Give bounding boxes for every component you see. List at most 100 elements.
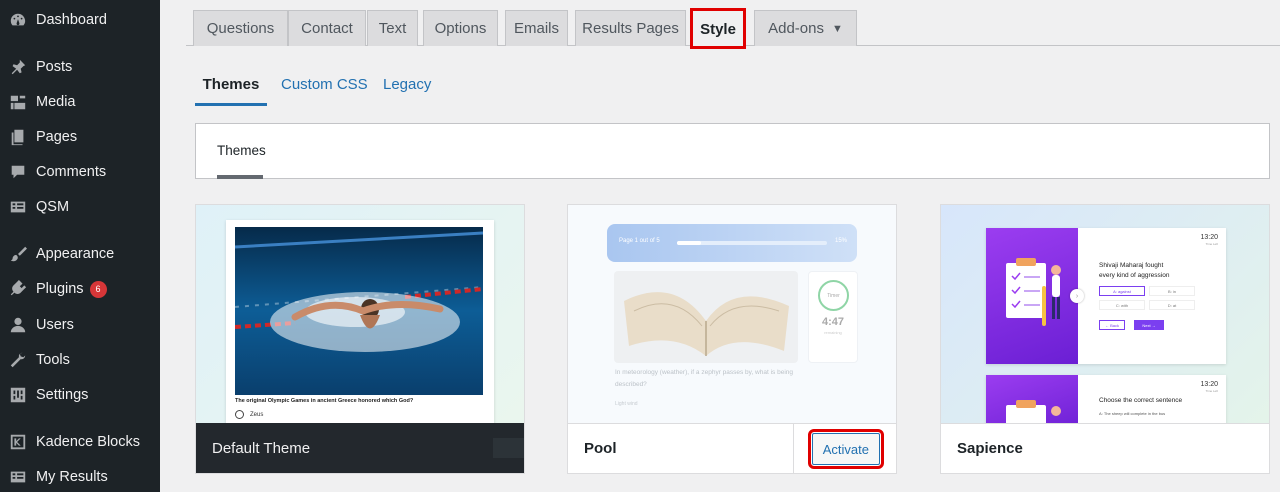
comments-icon <box>8 162 28 182</box>
sidebar-item-label: Settings <box>36 387 89 403</box>
theme-card-default[interactable]: The original Olympic Games in ancient Gr… <box>195 204 525 474</box>
preview-time-sub-2: Time Left <box>1205 389 1218 393</box>
theme-name: Sapience <box>957 440 1023 457</box>
activate-placeholder <box>493 438 524 458</box>
sidebar-item-qsm[interactable]: QSM <box>0 190 160 224</box>
subtab-themes[interactable]: Themes <box>195 76 267 106</box>
timer-value: 4:47 <box>821 316 845 328</box>
open-book-illustration <box>624 292 789 356</box>
update-count-badge: 6 <box>89 280 107 298</box>
preview-time-sub: Time Left <box>1205 242 1218 246</box>
tab-style[interactable]: Style <box>690 8 746 49</box>
preview-progress-bar: Page 1 out of 5 15% <box>607 224 857 262</box>
checklist-illustration-2 <box>1006 400 1061 424</box>
media-icon <box>8 92 28 112</box>
timer-sub: remaining <box>824 330 842 335</box>
settings-icon <box>8 385 28 405</box>
sidebar-item-label: QSM <box>36 199 70 215</box>
plugin-icon <box>8 279 28 299</box>
sidebar-item-label: Users <box>36 317 74 333</box>
theme-name: Pool <box>584 440 617 457</box>
sidebar-item-comments[interactable]: Comments <box>0 155 160 189</box>
tab-results-pages[interactable]: Results Pages <box>575 10 686 46</box>
preview-q2-option: A: The sheep will complete in the bus <box>1099 411 1166 416</box>
pin-icon <box>8 57 28 77</box>
theme-preview: › 13:20 Time Left Shivaji Maharaj fought… <box>941 205 1269 424</box>
subtab-legacy[interactable]: Legacy <box>383 76 431 106</box>
preview-answer-text: Zeus <box>250 411 264 418</box>
timer-label: Timer <box>827 292 840 299</box>
preview-q1-line2: every kind of aggression <box>1099 272 1170 279</box>
sidebar-item-pages[interactable]: Pages <box>0 120 160 154</box>
sidebar-item-tools[interactable]: Tools <box>0 343 160 377</box>
activate-button[interactable]: Activate <box>807 429 885 469</box>
sidebar-item-appearance[interactable]: Appearance <box>0 237 160 271</box>
sidebar-item-label: Pages <box>36 129 78 145</box>
sidebar-item-kadence-blocks[interactable]: Kadence Blocks <box>0 425 160 459</box>
preview-progress-track <box>677 241 827 245</box>
tab-questions[interactable]: Questions <box>193 10 288 46</box>
brush-icon <box>8 244 28 264</box>
sidebar-item-posts[interactable]: Posts <box>0 50 160 84</box>
sidebar-item-users[interactable]: Users <box>0 308 160 342</box>
preview-time: 13:20 <box>1200 234 1218 241</box>
theme-name-bar: Pool Activate <box>568 423 896 473</box>
preview-slide-1: › 13:20 Time Left Shivaji Maharaj fought… <box>986 228 1226 364</box>
sidebar-item-label: Comments <box>36 164 107 180</box>
slide-arrow-icon: › <box>1070 289 1084 303</box>
preview-illustration-2 <box>986 375 1078 424</box>
theme-preview: Page 1 out of 5 15% Timer 4:47 remaining… <box>568 205 896 424</box>
sidebar-item-label: Plugins <box>36 281 84 297</box>
caret-down-icon: ▼ <box>831 22 843 35</box>
sidebar-item-label: Tools <box>36 352 70 368</box>
sidebar-item-settings[interactable]: Settings <box>0 378 160 412</box>
tab-contact[interactable]: Contact <box>288 10 366 46</box>
panel-underline <box>217 175 263 179</box>
admin-sidebar: Dashboard Posts Media Pages Comments QSM… <box>0 0 160 492</box>
sidebar-item-plugins[interactable]: Plugins 6 <box>0 272 160 306</box>
themes-panel: Themes <box>195 123 1270 179</box>
theme-name-bar: Default Theme <box>196 423 524 473</box>
timer-ring: Timer <box>818 280 849 311</box>
theme-name: Default Theme <box>212 439 311 457</box>
checklist-illustration <box>1006 258 1061 326</box>
preview-option-a: A: against <box>1099 286 1145 296</box>
preview-quiz-card: The original Olympic Games in ancient Gr… <box>226 220 494 424</box>
tab-options[interactable]: Options <box>423 10 498 46</box>
tab-add-ons-label: Add-ons <box>768 20 824 37</box>
tab-add-ons[interactable]: Add-ons ▼ <box>754 10 857 46</box>
tab-text[interactable]: Text <box>367 10 418 46</box>
book-image <box>614 271 798 363</box>
footer-divider <box>793 424 794 473</box>
kadence-icon <box>8 432 28 452</box>
sidebar-item-media[interactable]: Media <box>0 85 160 119</box>
preview-q1-line1: Shivaji Maharaj fought <box>1099 262 1164 269</box>
preview-slide-2: 13:20 Time Left Choose the correct sente… <box>986 375 1226 424</box>
dashboard-icon <box>8 10 28 30</box>
radio-icon <box>235 410 244 419</box>
pages-icon <box>8 127 28 147</box>
subtab-custom-css[interactable]: Custom CSS <box>281 76 368 106</box>
preview-option-b: B: in <box>1149 286 1195 296</box>
preview-back-button: ← Back <box>1099 320 1125 330</box>
results-icon <box>8 467 28 487</box>
sidebar-item-label: Appearance <box>36 246 115 262</box>
preview-option: Light wind <box>615 401 638 407</box>
preview-timer: Timer 4:47 remaining <box>808 271 858 363</box>
wrench-icon <box>8 350 28 370</box>
preview-q2: Choose the correct sentence <box>1099 397 1183 404</box>
sidebar-item-dashboard[interactable]: Dashboard <box>0 3 160 37</box>
preview-option-c: C: with <box>1099 300 1145 310</box>
quiz-tabs: Questions Contact Text Options Emails Re… <box>186 0 1280 49</box>
qsm-icon <box>8 197 28 217</box>
theme-card-sapience[interactable]: › 13:20 Time Left Shivaji Maharaj fought… <box>940 204 1270 474</box>
users-icon <box>8 315 28 335</box>
theme-card-pool[interactable]: Page 1 out of 5 15% Timer 4:47 remaining… <box>567 204 897 474</box>
preview-time-2: 13:20 <box>1200 381 1218 388</box>
preview-illustration <box>986 228 1078 364</box>
sidebar-item-my-results[interactable]: My Results <box>0 460 160 492</box>
preview-option-d: D: at <box>1149 300 1195 310</box>
tab-emails[interactable]: Emails <box>505 10 568 46</box>
sidebar-item-label: My Results <box>36 469 108 485</box>
theme-preview: The original Olympic Games in ancient Gr… <box>196 205 524 424</box>
